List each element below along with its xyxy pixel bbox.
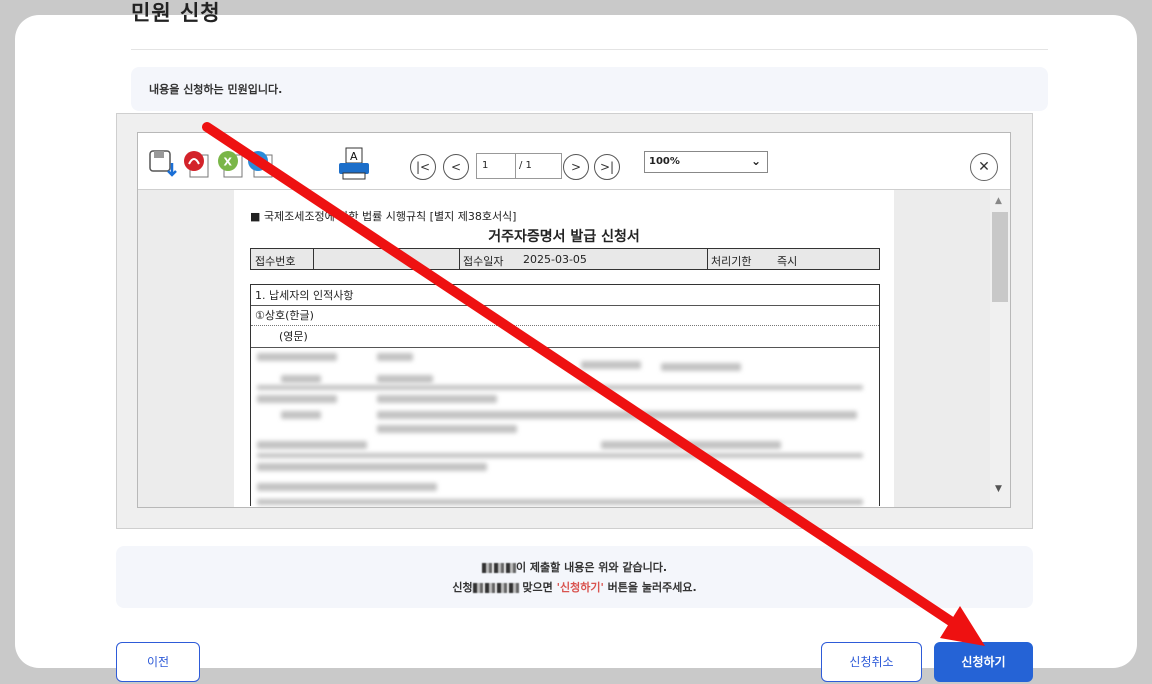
- deadline-label: 처리기한: [711, 255, 752, 268]
- pdf-icon[interactable]: [182, 149, 212, 179]
- section-dotline: [251, 325, 879, 326]
- prev-page-button[interactable]: <: [443, 154, 469, 180]
- notice-line-1-text: 이 제출할 내용은 위와 같습니다.: [515, 561, 668, 574]
- document-viewer: X A |< < 1 / 1 > >| 100% ⌄ ✕ ■ 국제조세조정에 관…: [116, 113, 1033, 529]
- current-page[interactable]: 1: [482, 160, 488, 171]
- blurred-text: [377, 353, 413, 361]
- section-line: [251, 305, 879, 306]
- document-page: ■ 국제조세조정에 관한 법률 시행규칙 [별지 제38호서식] 거주자증명서 …: [234, 190, 894, 507]
- blurred-text: [257, 385, 863, 390]
- receipt-divider: [313, 249, 314, 269]
- deadline-value: 즉시: [777, 255, 798, 268]
- blurred-text: [257, 499, 863, 505]
- blurred-text: [257, 353, 337, 361]
- viewer-toolbar: X A |< < 1 / 1 > >| 100% ⌄ ✕: [138, 133, 1010, 190]
- prev-button[interactable]: 이전: [116, 642, 200, 682]
- blurred-text: [601, 441, 781, 449]
- masked-name: [481, 563, 516, 573]
- notice-box: 이 제출할 내용은 위와 같습니다. 신청 맞으면 '신청하기' 버튼을 눌러주…: [116, 546, 1033, 608]
- document-scrollbar[interactable]: ▲ ▼: [990, 190, 1010, 507]
- blurred-text: [257, 463, 487, 471]
- print-icon[interactable]: A: [338, 147, 370, 181]
- blurred-text: [377, 395, 497, 403]
- masked-text: [472, 583, 519, 593]
- save-icon[interactable]: [148, 149, 178, 179]
- blurred-text: [377, 375, 433, 383]
- notice-line-2-mid: 맞으면: [518, 581, 557, 594]
- total-pages: / 1: [519, 160, 532, 171]
- blurred-text: [377, 411, 857, 419]
- receipt-date-value: 2025-03-05: [523, 253, 587, 266]
- section-title: 1. 납세자의 인적사항: [255, 289, 354, 302]
- info-text: 내용을 신청하는 민원입니다.: [149, 83, 283, 96]
- receipt-divider: [459, 249, 460, 269]
- trade-name-en-label: (영문): [279, 330, 308, 343]
- chevron-down-icon: ⌄: [750, 154, 761, 168]
- last-page-button[interactable]: >|: [594, 154, 620, 180]
- page-title: 민원 신청: [131, 1, 221, 25]
- blurred-text: [257, 441, 367, 449]
- info-box: 내용을 신청하는 민원입니다.: [131, 67, 1048, 111]
- close-viewer-button[interactable]: ✕: [970, 153, 998, 181]
- hwp-icon[interactable]: [246, 149, 276, 179]
- scroll-up-icon[interactable]: ▲: [995, 196, 1002, 206]
- receipt-row: 접수번호 접수일자 2025-03-05 처리기한 즉시: [250, 248, 880, 270]
- notice-line-2-prefix: 신청: [452, 581, 473, 594]
- section-line: [251, 347, 879, 348]
- blurred-text: [661, 363, 741, 371]
- print-icon-letter: A: [350, 150, 358, 163]
- receipt-no-label: 접수번호: [255, 255, 296, 268]
- form-title: 거주자증명서 발급 신청서: [488, 229, 640, 245]
- title-divider: [131, 49, 1048, 50]
- form-heading: ■ 국제조세조정에 관한 법률 시행규칙 [별지 제38호서식]: [250, 210, 517, 223]
- first-page-button[interactable]: |<: [410, 154, 436, 180]
- svg-text:X: X: [224, 156, 233, 169]
- trade-name-kr-label: ①상호(한글): [255, 309, 314, 322]
- blurred-text: [257, 483, 437, 491]
- receipt-divider: [707, 249, 708, 269]
- page-number-input[interactable]: 1 / 1: [476, 153, 562, 179]
- viewer-frame: X A |< < 1 / 1 > >| 100% ⌄ ✕ ■ 국제조세조정에 관…: [137, 132, 1011, 508]
- notice-highlight: '신청하기': [556, 581, 604, 594]
- next-page-button[interactable]: >: [563, 154, 589, 180]
- blurred-text: [257, 453, 863, 458]
- taxpayer-section: 1. 납세자의 인적사항 ①상호(한글) (영문): [250, 284, 880, 506]
- page-input-divider: [515, 154, 516, 178]
- blurred-text: [581, 361, 641, 369]
- notice-line-1: 이 제출할 내용은 위와 같습니다.: [116, 559, 1033, 575]
- blurred-text: [281, 375, 321, 383]
- zoom-select[interactable]: 100% ⌄: [644, 151, 768, 173]
- apply-button[interactable]: 신청하기: [934, 642, 1033, 682]
- cancel-button[interactable]: 신청취소: [821, 642, 922, 682]
- receipt-date-label: 접수일자: [463, 255, 504, 268]
- zoom-value: 100%: [649, 156, 680, 167]
- blurred-text: [257, 395, 337, 403]
- scroll-down-icon[interactable]: ▼: [995, 484, 1002, 494]
- excel-icon[interactable]: X: [216, 149, 246, 179]
- notice-line-2-suffix: 버튼을 눌러주세요.: [603, 581, 697, 594]
- document-area[interactable]: ■ 국제조세조정에 관한 법률 시행규칙 [별지 제38호서식] 거주자증명서 …: [138, 190, 1010, 507]
- notice-line-2: 신청 맞으면 '신청하기' 버튼을 눌러주세요.: [116, 579, 1033, 595]
- blurred-text: [281, 411, 321, 419]
- blurred-text: [377, 425, 517, 433]
- scroll-thumb[interactable]: [992, 212, 1008, 302]
